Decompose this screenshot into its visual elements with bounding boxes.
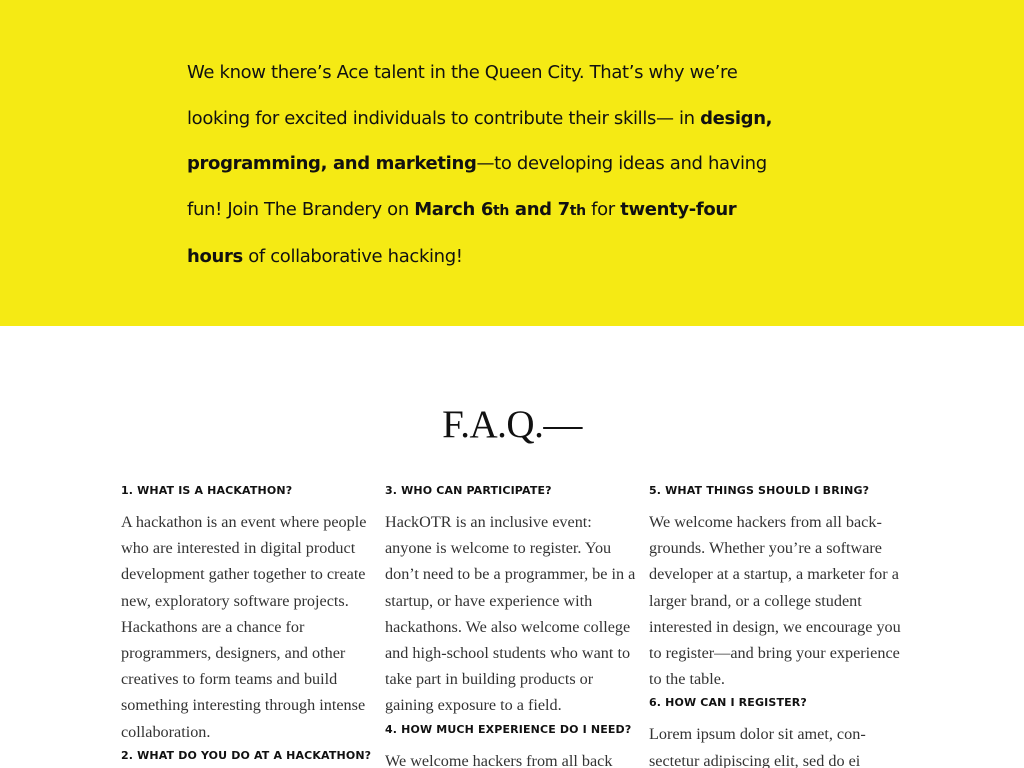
faq-column-2: 3. Who can participate? HackOTR is an in… [385, 482, 637, 768]
hero-date-and: and 7 [508, 198, 570, 220]
faq-answer-3: HackOTR is an inclusive event: anyone is… [385, 513, 636, 715]
faq-question-5: 5. What things should I bring? [649, 484, 870, 497]
faq-question-1: 1. What is a hackathon? [121, 484, 293, 497]
faq-answer-4: We welcome hackers from all back [385, 751, 613, 768]
faq-column-1: 1. What is a hackathon? A hackathon is a… [121, 482, 371, 768]
hero-date-1: March 6 [414, 198, 494, 220]
hero-date-2-suffix: th [569, 202, 586, 219]
faq-answer-1: A hackathon is an event where people who… [121, 513, 367, 741]
hero-intro-text: We know there’s Ace talent in the Queen … [187, 50, 787, 280]
faq-question-6: 6. How can I register? [649, 696, 807, 710]
hero-intro-part-4: of collaborative hacking! [242, 246, 463, 268]
hero-dates: March 6th and 7th [414, 199, 586, 220]
faq-column-3: 5. What things should I bring? We welcom… [649, 482, 901, 768]
faq-title: F.A.Q.— [442, 403, 582, 446]
faq-question-4: 4. How much experience do I need? [385, 722, 632, 736]
hero-intro-part-3: for [585, 198, 621, 220]
hero-intro-part-1: We know there’s Ace talent in the Queen … [187, 62, 738, 129]
hero-banner: We know there’s Ace talent in the Queen … [0, 0, 1024, 326]
hero-date-1-suffix: th [493, 202, 509, 219]
faq-question-2: 2. What do you do at a hackathon? [121, 748, 372, 762]
faq-answer-6: Lorem ipsum dolor sit amet, con­sectetur… [649, 725, 866, 768]
faq-question-3: 3. Who can participate? [385, 484, 552, 497]
faq-answer-5: We welcome hackers from all back­grounds… [649, 513, 901, 689]
